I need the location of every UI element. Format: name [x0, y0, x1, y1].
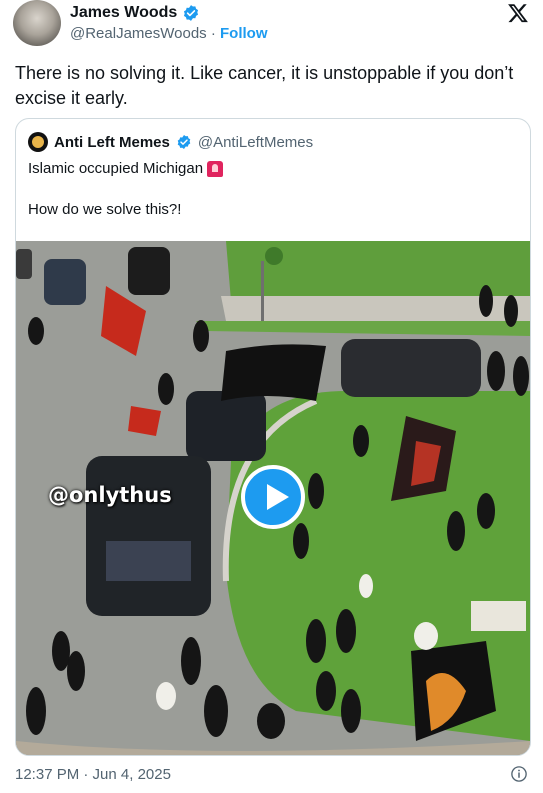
quote-text: Islamic occupied Michigan — [28, 160, 204, 177]
quoted-tweet[interactable]: Anti Left Memes @AntiLeftMemes Islamic o… — [15, 118, 531, 756]
verified-badge-icon — [177, 135, 191, 149]
verified-badge-icon — [184, 5, 199, 21]
quote-text-line2: How do we solve this?! — [28, 201, 182, 218]
quote-text-line1: Islamic occupied Michigan — [28, 160, 224, 177]
rotating-light-icon — [207, 160, 224, 177]
author-name[interactable]: James Woods — [70, 4, 177, 22]
author-name-row: James Woods — [70, 4, 200, 22]
follow-button[interactable]: Follow — [220, 25, 268, 42]
tweet-text: There is no solving it. Like cancer, it … — [15, 63, 514, 108]
quote-author-name[interactable]: Anti Left Memes — [54, 134, 170, 151]
separator-dot: · — [206, 25, 221, 42]
play-icon[interactable] — [241, 465, 305, 529]
info-icon[interactable] — [510, 765, 528, 783]
tweet-timestamp[interactable]: 12:37 PM · Jun 4, 2025 — [15, 766, 171, 783]
quote-video[interactable]: @onlythus — [16, 241, 530, 755]
video-watermark: @onlythus — [48, 483, 172, 507]
author-avatar[interactable] — [13, 0, 61, 46]
x-logo-icon[interactable] — [507, 2, 529, 24]
author-handle-row: @RealJamesWoods · Follow — [70, 25, 268, 42]
quote-author-avatar[interactable] — [28, 132, 48, 152]
author-handle[interactable]: @RealJamesWoods — [70, 25, 207, 42]
quote-author-handle[interactable]: @AntiLeftMemes — [198, 134, 313, 151]
quote-header: Anti Left Memes @AntiLeftMemes — [28, 132, 313, 152]
